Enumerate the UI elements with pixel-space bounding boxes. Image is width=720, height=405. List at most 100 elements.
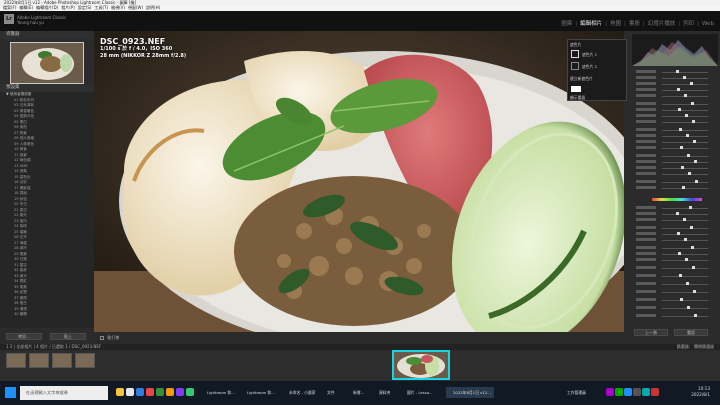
adjustment-slider[interactable]: [636, 140, 716, 144]
filmstrip-thumb[interactable]: [29, 353, 49, 368]
adjustment-slider[interactable]: [636, 160, 716, 164]
filmstrip-thumb[interactable]: [75, 353, 95, 368]
adjustment-slider[interactable]: [636, 274, 716, 278]
mask-item-2[interactable]: 遮色片 2: [582, 64, 597, 70]
adjustment-slider[interactable]: [636, 114, 716, 118]
taskbar-pinned-icon[interactable]: [116, 388, 124, 396]
adjustment-slider[interactable]: [636, 180, 716, 184]
system-tray-icon[interactable]: [606, 388, 614, 396]
show-overlay-toggle[interactable]: 顯示重疊: [570, 95, 585, 101]
adjustment-slider[interactable]: [636, 246, 716, 250]
filmstrip-thumb[interactable]: [6, 353, 26, 368]
taskbar-app[interactable]: Lightroom 和...: [200, 387, 238, 398]
add-mask-label[interactable]: 建立新遮色片: [570, 76, 593, 82]
taskbar-pinned-icon[interactable]: [136, 388, 144, 396]
taskbar-app[interactable]: 資料夾: [372, 387, 398, 398]
photo-canvas[interactable]: DSC_0923.NEF 1/100 s 於 f / 4.0，ISO 360 2…: [94, 31, 624, 332]
taskbar-app[interactable]: 工作管理員: [560, 387, 600, 398]
menu-item[interactable]: 編輯相片(D): [36, 5, 58, 10]
adjustment-slider[interactable]: [636, 238, 716, 242]
softproof-checkbox[interactable]: [100, 336, 104, 340]
filter-value[interactable]: 關閉篩選器: [694, 344, 714, 349]
menu-item[interactable]: 相片(P): [61, 5, 75, 10]
taskbar-app[interactable]: 新增...: [346, 387, 370, 398]
adjustment-slider[interactable]: [636, 290, 716, 294]
taskbar-pinned-icon[interactable]: [126, 388, 134, 396]
adjustment-slider[interactable]: [636, 108, 716, 112]
system-tray-icon[interactable]: [633, 388, 641, 396]
menu-item[interactable]: 檢視(V): [111, 5, 125, 10]
adjustment-slider[interactable]: [636, 172, 716, 176]
taskbar-pinned-icon[interactable]: [176, 388, 184, 396]
taskbar-app[interactable]: 文件: [320, 387, 344, 398]
taskbar-app[interactable]: 圖片 - Lesso...: [400, 387, 444, 398]
previous-button[interactable]: 上一張: [634, 329, 668, 336]
adjustment-slider[interactable]: [636, 306, 716, 310]
taskbar-clock[interactable]: 10:13 2022/8/1: [691, 386, 710, 398]
taskbar-pinned-icon[interactable]: [186, 388, 194, 396]
menu-item[interactable]: 視窗(W): [128, 5, 143, 10]
module-tab[interactable]: Web: [702, 21, 714, 27]
module-tab[interactable]: 圖庫: [561, 21, 572, 27]
module-tab[interactable]: 編輯相片: [580, 21, 602, 27]
adjustment-slider[interactable]: [636, 298, 716, 302]
adjustment-slider[interactable]: [636, 166, 716, 170]
adjustment-slider[interactable]: [636, 226, 716, 230]
taskbar-search[interactable]: 在這裡輸入文字來搜尋: [20, 386, 108, 400]
menu-item[interactable]: 說明(H): [146, 5, 160, 10]
menu-item[interactable]: 工具(T): [95, 5, 109, 10]
filmstrip-thumb-selected[interactable]: [392, 350, 450, 380]
adjustment-slider[interactable]: [636, 94, 716, 98]
adjustment-slider[interactable]: [636, 146, 716, 150]
system-tray-icon[interactable]: [651, 388, 659, 396]
adjustment-slider[interactable]: [636, 102, 716, 106]
taskbar-pinned-icon[interactable]: [146, 388, 154, 396]
menu-item[interactable]: 設定(S): [78, 5, 92, 10]
system-tray-icon[interactable]: [615, 388, 623, 396]
adjustment-slider[interactable]: [636, 282, 716, 286]
adjustment-slider[interactable]: [636, 314, 716, 318]
adjustment-slider[interactable]: [636, 186, 716, 190]
taskbar-pinned-icon[interactable]: [156, 388, 164, 396]
taskbar-app[interactable]: 未命名 - 小畫家: [282, 387, 318, 398]
adjustment-slider[interactable]: [636, 212, 716, 216]
mask-color-swatch[interactable]: [571, 86, 581, 92]
module-tab[interactable]: 幻燈片播放: [648, 21, 676, 27]
adjustment-slider[interactable]: [636, 218, 716, 222]
adjustment-slider[interactable]: [636, 206, 716, 210]
taskbar-app[interactable]: Lightroom 和...: [240, 387, 280, 398]
filmstrip-path[interactable]: 1 2 | 全部相片 | 4 相片 / 已選取 1 / DSC_0923.NEF: [6, 344, 101, 349]
adjustment-slider[interactable]: [636, 154, 716, 158]
adjustment-slider[interactable]: [636, 70, 716, 74]
presets-header[interactable]: 預設集: [0, 84, 94, 92]
mask-item-1[interactable]: 遮色片 1: [582, 52, 597, 58]
module-tab[interactable]: 書冊: [629, 21, 640, 27]
module-tab[interactable]: 列印: [683, 21, 694, 27]
adjustment-slider[interactable]: [636, 134, 716, 138]
copy-button[interactable]: 拷貝...: [6, 333, 42, 340]
adjustment-slider[interactable]: [636, 258, 716, 262]
taskbar-pinned-icon[interactable]: [166, 388, 174, 396]
adjustment-slider[interactable]: [636, 266, 716, 270]
taskbar-app[interactable]: 2022年8月1日 v12...: [446, 387, 494, 398]
adjustment-slider[interactable]: [636, 120, 716, 124]
adjustment-slider[interactable]: [636, 88, 716, 92]
system-tray-icon[interactable]: [642, 388, 650, 396]
paste-button[interactable]: 貼上: [50, 333, 86, 340]
preset-item[interactable]: 40 暖陽: [0, 312, 94, 318]
system-tray-icon[interactable]: [624, 388, 632, 396]
module-tab[interactable]: 地圖: [610, 21, 621, 27]
adjustment-slider[interactable]: [636, 252, 716, 256]
reset-button[interactable]: 重設: [674, 329, 708, 336]
filmstrip-thumb[interactable]: [52, 353, 72, 368]
adjustment-slider[interactable]: [636, 82, 716, 86]
adjustment-slider[interactable]: [636, 76, 716, 80]
menu-item[interactable]: 檔案(F): [3, 5, 16, 10]
mask-thumb-2[interactable]: [571, 62, 579, 70]
navigator-preview[interactable]: [10, 42, 84, 84]
mask-thumb-1[interactable]: [571, 50, 579, 58]
navigator-header[interactable]: 導覽器: [0, 31, 94, 39]
adjustment-slider[interactable]: [636, 232, 716, 236]
menu-item[interactable]: 編輯(E): [19, 5, 33, 10]
adjustment-slider[interactable]: [636, 128, 716, 132]
